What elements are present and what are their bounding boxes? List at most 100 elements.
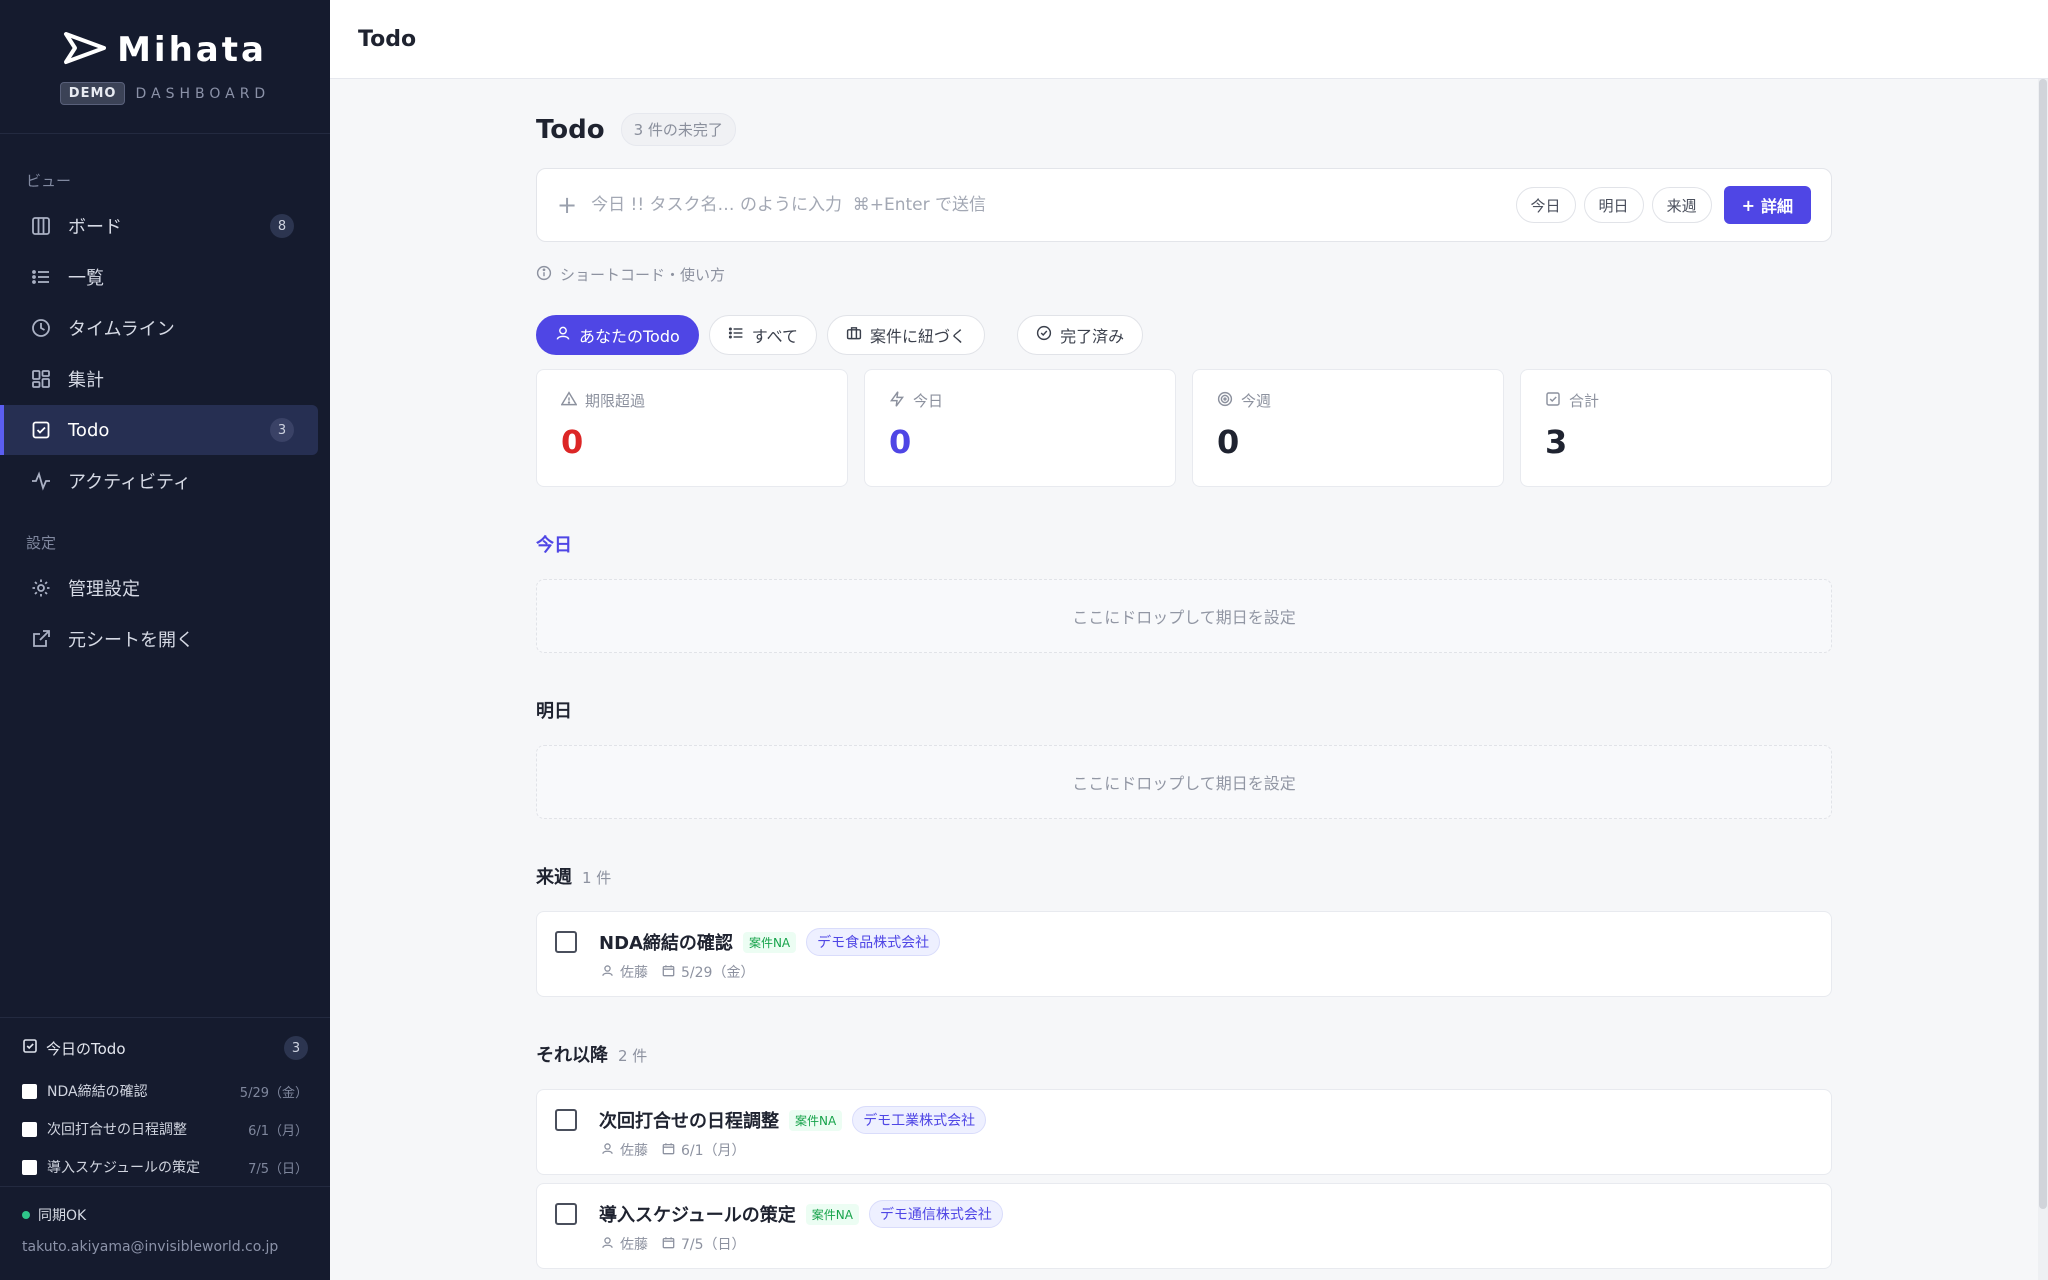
sidebar-item-activity[interactable]: アクティビティ: [0, 456, 318, 506]
case-tag: 案件NA: [742, 931, 797, 953]
calendar-icon: [662, 1142, 675, 1159]
stat-value: 3: [1545, 423, 1568, 461]
dropzone-tomorrow[interactable]: ここにドロップして期日を設定: [536, 745, 1832, 819]
brand-subtitle: DASHBOARD: [135, 85, 271, 102]
todo-checkbox[interactable]: [22, 1083, 37, 1099]
group-title-tomorrow: 明日: [536, 697, 1832, 723]
brand-header: Mihata DEMO DASHBOARD: [0, 0, 330, 134]
sidebar-item-list[interactable]: 一覧: [0, 252, 318, 302]
sidebar-item-todo[interactable]: Todo 3: [0, 405, 318, 455]
sidebar-item-summary[interactable]: 集計: [0, 354, 318, 404]
task-assignee: 佐藤: [620, 965, 648, 981]
sidebar-item-open-sheet[interactable]: 元シートを開く: [0, 614, 318, 664]
task-due-date: 7/5（日）: [681, 1237, 746, 1253]
stat-value: 0: [1217, 423, 1240, 461]
task-due-date: 6/1（月）: [681, 1143, 746, 1159]
stat-card-total: 合計 3: [1520, 369, 1832, 487]
sidebar-item-admin-settings[interactable]: 管理設定: [0, 563, 318, 613]
task-assignee: 佐藤: [620, 1237, 648, 1253]
company-tag[interactable]: デモ食品株式会社: [806, 928, 941, 956]
target-icon: [1217, 391, 1233, 411]
info-icon: [536, 265, 552, 285]
lightning-icon: [889, 390, 905, 411]
quick-date-next-week-chip[interactable]: 来週: [1651, 187, 1712, 223]
detail-add-button[interactable]: + 詳細: [1723, 186, 1811, 224]
task-checkbox[interactable]: [555, 1203, 577, 1225]
shortcut-help-label: ショートコード・使い方: [560, 266, 726, 284]
todo-title: 導入スケジュールの策定: [47, 1160, 201, 1176]
task-checkbox[interactable]: [555, 1109, 577, 1131]
page-header-title: Todo: [358, 26, 417, 52]
group-title-text: 今日: [536, 535, 572, 556]
todo-checkbox[interactable]: [22, 1159, 37, 1175]
quick-add-bar: + 今日 明日 来週 + 詳細: [536, 168, 1832, 242]
check-square-icon: [30, 419, 52, 441]
stat-card-today: 今日 0: [864, 369, 1176, 487]
scrollbar-thumb[interactable]: [2039, 79, 2047, 1209]
quick-date-tomorrow-chip[interactable]: 明日: [1583, 187, 1644, 223]
list-icon: [30, 266, 52, 288]
gear-icon: [30, 577, 52, 599]
plus-icon: +: [1741, 195, 1755, 215]
user-email: takuto.akiyama@invisibleworld.co.jp: [22, 1239, 279, 1255]
brand-logo[interactable]: Mihata: [63, 30, 267, 70]
sidebar-item-timeline[interactable]: タイムライン: [0, 303, 318, 353]
case-tag: 案件NA: [805, 1203, 859, 1225]
today-todo-panel: 今日のTodo 3 NDA締結の確認 5/29（金） 次回打合せの日程調整 6/…: [0, 1017, 330, 1186]
today-todo-item[interactable]: 導入スケジュールの策定 7/5（日）: [22, 1148, 308, 1186]
group-title-text: 明日: [536, 701, 572, 722]
task-title[interactable]: 次回打合せの日程調整: [599, 1107, 779, 1133]
section-label-view: ビュー: [26, 172, 72, 190]
filter-linked-cases[interactable]: 案件に紐づく: [827, 315, 986, 355]
sidebar-footer: 同期OK takuto.akiyama@invisibleworld.co.jp: [0, 1186, 330, 1280]
count-badge: 3: [284, 1036, 308, 1060]
group-title-text: 来週: [536, 867, 572, 888]
user-icon: [601, 1236, 614, 1253]
filter-completed[interactable]: 完了済み: [1017, 315, 1144, 355]
sync-status-dot: [22, 1211, 30, 1219]
today-todo-item[interactable]: 次回打合せの日程調整 6/1（月）: [22, 1110, 308, 1148]
stat-card-overdue: 期限超過 0: [536, 369, 848, 487]
page-title: Todo: [536, 114, 605, 145]
sidebar-item-label: タイムライン: [68, 319, 175, 340]
today-todo-item[interactable]: NDA締結の確認 5/29（金）: [22, 1072, 308, 1110]
external-link-icon: [30, 628, 52, 650]
company-tag[interactable]: デモ工業株式会社: [852, 1106, 987, 1134]
sidebar-item-label: 集計: [68, 370, 104, 391]
group-title-today: 今日: [536, 531, 1832, 557]
sidebar-item-label: 管理設定: [68, 579, 140, 600]
todo-title: 次回打合せの日程調整: [47, 1122, 187, 1138]
activity-icon: [30, 470, 52, 492]
check-square-icon: [22, 1038, 38, 1058]
task-checkbox[interactable]: [555, 931, 577, 953]
stat-label: 今週: [1241, 392, 1272, 410]
task-assignee: 佐藤: [620, 1143, 648, 1159]
stat-label: 合計: [1569, 392, 1600, 410]
task-card[interactable]: NDA締結の確認 案件NA デモ食品株式会社 佐藤 5/29（金）: [536, 911, 1832, 997]
section-label-settings: 設定: [26, 534, 57, 552]
sidebar-item-board[interactable]: ボード 8: [0, 201, 318, 251]
filter-label: 案件に紐づく: [870, 327, 967, 346]
warning-icon: [560, 390, 578, 411]
main-scrollbar[interactable]: [2038, 79, 2048, 1280]
filter-all[interactable]: すべて: [708, 315, 818, 355]
task-title[interactable]: NDA締結の確認: [599, 929, 733, 955]
group-count: 1 件: [582, 869, 612, 887]
quick-add-input[interactable]: [591, 195, 1508, 215]
group-title-next-week: 来週 1 件: [536, 863, 1832, 889]
dropzone-today[interactable]: ここにドロップして期日を設定: [536, 579, 1832, 653]
company-tag[interactable]: デモ通信株式会社: [868, 1200, 1003, 1228]
quick-date-today-chip[interactable]: 今日: [1515, 187, 1576, 223]
sidebar-item-label: 元シートを開く: [68, 630, 194, 651]
task-card[interactable]: 次回打合せの日程調整 案件NA デモ工業株式会社 佐藤 6/1（月）: [536, 1089, 1832, 1175]
filter-your-todo[interactable]: あなたのTodo: [536, 315, 699, 355]
todo-checkbox[interactable]: [22, 1121, 37, 1137]
shortcut-help-link[interactable]: ショートコード・使い方: [536, 264, 1832, 285]
task-card[interactable]: 導入スケジュールの策定 案件NA デモ通信株式会社 佐藤 7/5（日）: [536, 1183, 1832, 1269]
incomplete-count-badge: 3 件の未完了: [620, 113, 736, 146]
task-title[interactable]: 導入スケジュールの策定: [599, 1201, 796, 1227]
group-count: 2 件: [618, 1047, 648, 1065]
count-badge: 3: [270, 418, 294, 442]
user-icon: [555, 325, 571, 345]
filter-tabs: あなたのTodo すべて 案件に紐づく 完了済み: [536, 315, 1832, 355]
